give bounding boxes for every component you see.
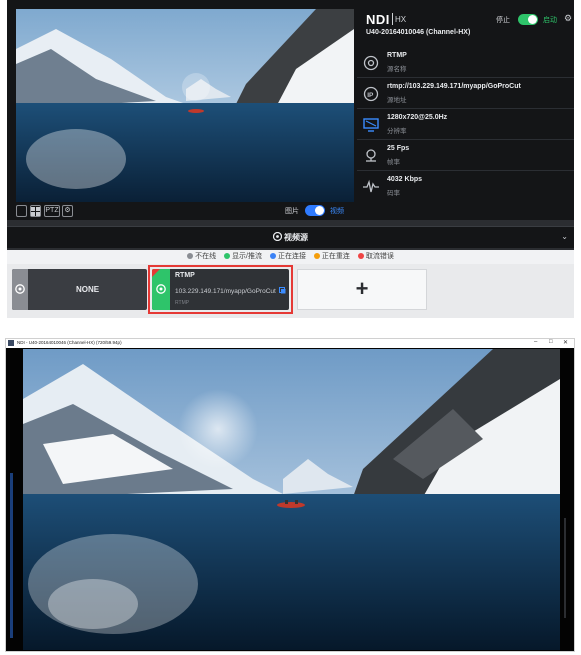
window-title: NDI - U40-20164010046 (Channel-HX) (720/… (17, 340, 122, 345)
info-header: NDI HX U40-20164010046 (Channel-HX) 停止 启… (357, 9, 574, 39)
source-address-value: rtmp://103.229.149.171/myapp/GoProCut (387, 83, 521, 90)
single-view-button[interactable] (16, 205, 27, 217)
monitor-icon (363, 118, 379, 132)
gear-icon[interactable]: ⚙ (564, 13, 572, 24)
card-rtmp-title: RTMP (175, 272, 195, 279)
bitrate-value: 4032 Kbps (387, 176, 423, 183)
ip-icon: IP (363, 86, 379, 102)
legend-connecting: 正在连接 (269, 250, 306, 264)
info-row-source-address: IP rtmp://103.229.149.171/myapp/GoProCut… (357, 79, 574, 109)
card-status-strip (12, 269, 28, 310)
bitrate-label: 码率 (387, 190, 400, 197)
right-scroll-indicator (564, 518, 566, 618)
start-label: 启动 (543, 17, 557, 24)
video-source-header[interactable]: 视频源 ⌄ (7, 226, 574, 248)
framerate-value: 25 Fps (387, 145, 410, 152)
source-cards: NONE RTMP 103.229.149.171/myapp/GoProCut… (7, 264, 574, 318)
chevron-down-icon[interactable]: ⌄ (561, 232, 568, 241)
ndi-logo-suffix: HX (395, 15, 407, 24)
grid-icon (31, 206, 40, 216)
legend-error: 取流错误 (357, 250, 394, 264)
video-mode-label: 视频 (330, 208, 344, 215)
copy-icon[interactable] (279, 287, 286, 294)
video-source-title: 视频源 (284, 233, 308, 242)
source-card-rtmp[interactable]: RTMP 103.229.149.171/myapp/GoProCut RTMP (148, 265, 293, 314)
framerate-icon (366, 149, 376, 162)
settings-icon[interactable]: ⚙ (62, 205, 73, 217)
legend-offline: 不在线 (187, 250, 216, 264)
source-address-label: 源地址 (387, 97, 407, 104)
close-icon[interactable]: ✕ (563, 339, 568, 346)
info-row-resolution: 1280x720@25.0Hz 分辨率 (357, 110, 574, 140)
app-icon (8, 340, 14, 346)
image-video-toggle[interactable] (305, 205, 325, 216)
resolution-value: 1280x720@25.0Hz (387, 114, 448, 121)
grid-view-button[interactable] (30, 205, 41, 217)
ndi-logo-divider (392, 13, 393, 25)
stop-label: 停止 (496, 17, 510, 24)
minimize-icon[interactable]: – (534, 339, 537, 345)
source-name-label: 源名称 (387, 66, 407, 73)
selected-corner-icon (152, 269, 160, 277)
source-info-panel: NDI HX U40-20164010046 (Channel-HX) 停止 启… (357, 9, 574, 202)
legend-reconnecting: 正在重连 (313, 250, 350, 264)
info-row-source-name: RTMP 源名称 (357, 48, 574, 78)
preview-toolbar: PTZ ⚙ 图片 视频 (7, 202, 357, 220)
framerate-label: 帧率 (387, 159, 400, 166)
source-name-value: RTMP (387, 52, 407, 59)
source-section-icon (272, 231, 283, 242)
card-none-title: NONE (75, 285, 100, 294)
preview-area: PTZ ⚙ 图片 视频 NDI HX U40-20164010046 (Chan… (7, 0, 574, 220)
legend-streaming: 显示/推流 (224, 250, 262, 264)
resolution-label: 分辨率 (387, 128, 407, 135)
volume-meter (10, 473, 13, 638)
status-legend: 不在线 显示/推流 正在连接 正在重连 取流错误 (7, 250, 574, 264)
mountain-lake-image (23, 349, 560, 650)
device-name: U40-20164010046 (Channel-HX) (366, 29, 471, 36)
ndi-monitor-window: NDI - U40-20164010046 (Channel-HX) (720/… (5, 338, 575, 652)
info-row-framerate: 25 Fps 帧率 (357, 141, 574, 171)
maximize-icon[interactable]: □ (549, 339, 553, 345)
info-row-bitrate: 4032 Kbps 码率 (357, 172, 574, 202)
add-source-button[interactable]: + (297, 269, 427, 310)
card-rtmp-type: RTMP (175, 300, 190, 306)
image-mode-label: 图片 (285, 208, 299, 215)
source-icon (15, 284, 25, 294)
ptz-button[interactable]: PTZ (44, 205, 60, 217)
mountain-lake-preview (16, 9, 354, 202)
card-rtmp-url: 103.229.149.171/myapp/GoProCut (175, 288, 276, 295)
run-toggle[interactable] (518, 14, 538, 25)
source-icon (156, 284, 166, 294)
video-frame (23, 349, 560, 650)
plus-icon: + (355, 276, 369, 301)
window-titlebar[interactable]: NDI - U40-20164010046 (Channel-HX) (720/… (6, 339, 574, 348)
video-preview (16, 9, 354, 202)
source-card-none[interactable]: NONE (12, 269, 147, 310)
ndi-control-panel: PTZ ⚙ 图片 视频 NDI HX U40-20164010046 (Chan… (7, 0, 574, 318)
bitrate-icon (363, 179, 379, 193)
svg-text:IP: IP (367, 92, 374, 99)
ndi-logo: NDI (366, 12, 390, 27)
source-icon (363, 55, 379, 71)
monitor-content (6, 348, 574, 651)
